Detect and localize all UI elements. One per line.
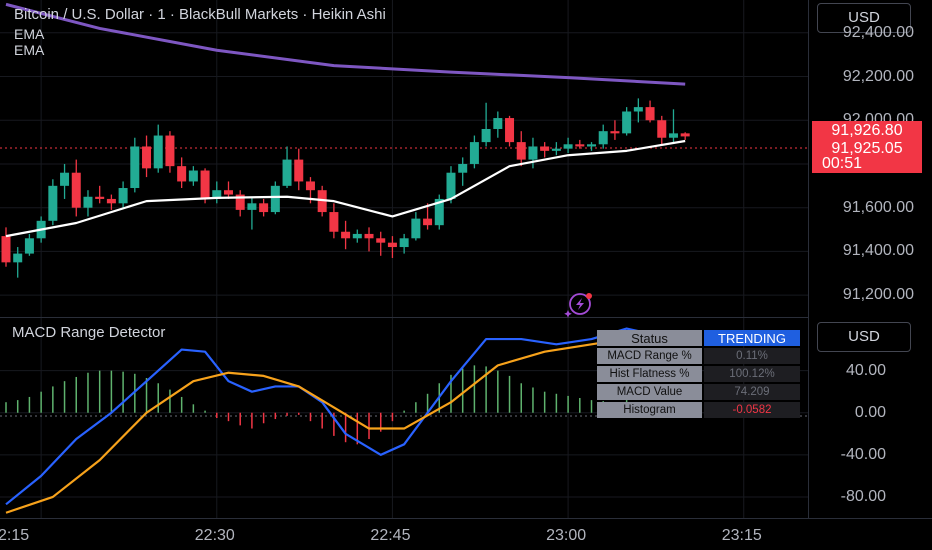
candle-body [633,107,643,112]
candle-body [259,203,269,213]
candle-body [387,242,397,248]
row-label: MACD Range % [597,348,702,364]
candle-body [48,185,58,221]
candle-body [188,170,198,182]
countdown-value: 00:51 [822,155,863,172]
price-tick-label: 92,400.00 [842,23,914,41]
candle-body [200,170,210,199]
price-tick-label: 91,600.00 [842,198,914,216]
candle-body [680,133,690,137]
price-tick-label: 91,400.00 [842,242,914,260]
price-tag-last: 91,925.05 00:51 [812,140,922,173]
candle-body [352,233,362,239]
table-row: Hist Flatness % 100.12% [597,366,800,382]
candle-body [469,142,479,164]
indicator-currency-button[interactable]: USD [817,322,911,352]
row-value: -0.0582 [704,402,800,418]
candle-body [153,135,163,169]
status-value: TRENDING [704,330,800,346]
candle-body [1,236,11,263]
candle-body [305,181,315,191]
candle-body [60,172,70,186]
candle-body [399,238,409,248]
candle-body [364,233,374,239]
time-tick-label: 23:00 [546,527,587,544]
candles [1,98,690,278]
time-tick-label: 22:30 [194,527,235,544]
candle-body [165,135,175,167]
row-label: Hist Flatness % [597,366,702,382]
time-tick-label: 2:15 [0,527,30,544]
ema-legend-2[interactable]: EMA [14,42,44,58]
row-value: 100.12% [704,366,800,382]
row-value: 74.209 [704,384,800,400]
candle-body [106,198,116,204]
row-label: Histogram [597,402,702,418]
candle-body [294,159,304,182]
candle-body [493,118,503,129]
status-label: Status [597,330,702,346]
candle-body [505,118,515,143]
candle-body [598,131,608,145]
candle-body [540,146,550,151]
candle-body [458,163,468,173]
macd-tick-label: -40.00 [840,445,886,463]
candle-body [668,133,678,138]
candle-body [563,144,573,149]
chart-canvas[interactable] [0,0,932,550]
candle-body [657,120,667,138]
candle-body [423,218,433,226]
last-price-value: 91,925.05 [831,140,903,157]
status-row: Status TRENDING [597,330,800,346]
indicator-title[interactable]: MACD Range Detector [12,324,165,341]
candle-body [622,111,632,134]
candle-body [329,212,339,232]
candle-body [95,196,105,199]
candle-body [645,107,655,121]
candle-body [446,172,456,199]
status-table: Status TRENDING MACD Range % 0.11% Hist … [595,328,802,420]
candle-body [481,128,491,143]
time-tick-label: 22:45 [370,527,411,544]
grid [0,0,808,518]
candle-body [13,253,23,263]
price-tag-high: 91,926.80 [812,121,922,141]
candle-body [247,203,257,210]
candle-body [223,190,233,195]
time-tick-label: 23:15 [721,527,762,544]
candle-body [411,218,421,239]
candle-body [142,146,152,169]
candle-body [130,146,140,189]
candle-body [270,185,280,213]
candle-body [376,238,386,243]
row-label: MACD Value [597,384,702,400]
candle-body [610,131,620,134]
chart-title[interactable]: Bitcoin / U.S. Dollar · 1 · BlackBull Ma… [14,6,386,23]
candle-body [282,159,292,186]
table-row: Histogram -0.0582 [597,402,800,418]
candle-body [587,144,597,147]
price-tick-label: 92,200.00 [842,67,914,85]
price-tick-label: 91,200.00 [842,286,914,304]
candle-body [83,196,93,208]
candle-body [177,166,187,182]
candle-body [341,231,351,239]
candle-body [24,238,34,254]
row-value: 0.11% [704,348,800,364]
candle-body [516,142,526,160]
table-row: MACD Value 74.209 [597,384,800,400]
candle-body [575,144,585,147]
candle-body [118,188,128,204]
ema-legend-1[interactable]: EMA [14,26,44,42]
candle-body [551,148,561,151]
macd-tick-label: -80.00 [840,487,886,505]
candle-body [528,146,538,160]
table-row: MACD Range % 0.11% [597,348,800,364]
candle-body [71,172,81,208]
